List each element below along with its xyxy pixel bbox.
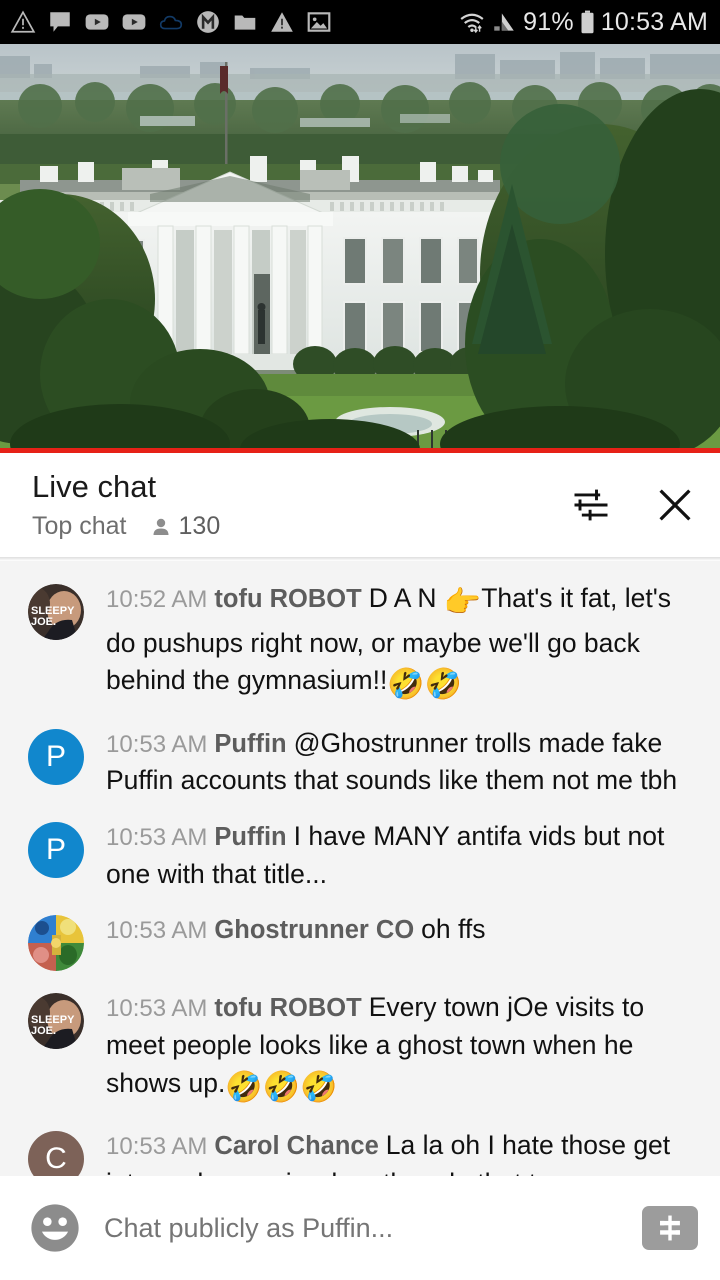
image-icon xyxy=(307,12,331,32)
youtube-live-chat-screen: 91% 10:53 AM Live chat Top chat 130 SLEE… xyxy=(0,0,720,1280)
message-text: D A N xyxy=(368,583,444,613)
status-bar-system-icons: 91% 10:53 AM xyxy=(459,8,708,37)
chat-message[interactable]: SLEEPY JOE. 10:52 AM tofu ROBOT D A N 👉Tha… xyxy=(0,571,720,716)
avatar-photo-collage xyxy=(28,915,84,972)
chat-input[interactable] xyxy=(104,1212,628,1244)
warning-triangle-icon xyxy=(271,12,293,32)
chat-input-bar xyxy=(0,1176,720,1280)
message-author[interactable]: tofu ROBOT xyxy=(214,585,361,613)
viewer-count-group: 130 xyxy=(149,512,221,541)
message-time: 10:53 AM xyxy=(106,917,208,945)
chat-mode-label[interactable]: Top chat xyxy=(32,512,127,541)
live-chat-title: Live chat xyxy=(32,468,157,504)
svg-text:JOE.: JOE. xyxy=(31,616,56,628)
clock-label: 10:53 AM xyxy=(600,7,708,36)
avatar-letter: P xyxy=(45,833,66,867)
status-bar: 91% 10:53 AM xyxy=(0,0,720,44)
battery-icon xyxy=(581,10,594,34)
chat-message-list[interactable]: SLEEPY JOE. 10:52 AM tofu ROBOT D A N 👉Tha… xyxy=(0,561,720,1176)
avatar[interactable]: SLEEPY JOE. xyxy=(28,993,84,1050)
live-chat-header: Live chat Top chat 130 xyxy=(0,453,720,557)
message-body: 10:53 AM Puffin I have MANY antifa vids bu… xyxy=(106,818,694,893)
emoji-pointing-right: 👉 xyxy=(443,586,482,619)
live-chat-subheader: Top chat 130 xyxy=(32,512,568,541)
svg-text:JOE.: JOE. xyxy=(31,1025,56,1037)
avatar[interactable]: C xyxy=(28,1131,84,1176)
avatar[interactable]: P xyxy=(28,822,84,879)
chat-message[interactable]: SLEEPY JOE. 10:53 AM tofu ROBOT Every town… xyxy=(0,980,720,1118)
emoji-rofl: 🤣🤣 xyxy=(387,668,463,702)
message-body: 10:52 AM tofu ROBOT D A N 👉That's it fat, … xyxy=(106,580,694,707)
viewer-count-label: 130 xyxy=(178,512,221,541)
close-x-icon xyxy=(659,489,691,521)
chat-bubble-icon xyxy=(50,12,70,32)
avatar-photo-sleepy-joe: SLEEPY JOE. xyxy=(28,993,84,1050)
dollar-superchat-icon xyxy=(660,1215,680,1241)
message-time: 10:53 AM xyxy=(106,995,208,1023)
message-author[interactable]: Carol Chance xyxy=(214,1132,378,1160)
message-author[interactable]: Puffin xyxy=(214,730,286,758)
live-chat-titles: Live chat Top chat 130 xyxy=(32,469,568,542)
message-time: 10:53 AM xyxy=(106,1133,208,1161)
chat-message[interactable]: 10:53 AM Ghostrunner CO oh ffs xyxy=(0,902,720,980)
superchat-button[interactable] xyxy=(642,1206,698,1250)
chat-message[interactable]: P 10:53 AM Puffin @Ghostrunner trolls made… xyxy=(0,716,720,809)
message-time: 10:53 AM xyxy=(106,730,208,758)
status-bar-notification-icons xyxy=(10,9,459,35)
message-time: 10:53 AM xyxy=(106,824,208,852)
message-text: oh ffs xyxy=(421,914,486,945)
wifi-updown-icon xyxy=(460,13,484,34)
message-body: 10:53 AM Ghostrunner CO oh ffs xyxy=(106,911,694,949)
chat-settings-button[interactable] xyxy=(568,482,614,528)
m-circle-icon xyxy=(197,11,219,33)
message-time: 10:52 AM xyxy=(106,586,208,613)
youtube-play-icon xyxy=(85,14,109,30)
live-chat-actions xyxy=(568,482,698,528)
chat-message[interactable]: P 10:53 AM Puffin I have MANY antifa vids … xyxy=(0,809,720,902)
message-body: 10:53 AM tofu ROBOT Every town jOe visits … xyxy=(106,989,694,1109)
video-player[interactable] xyxy=(0,44,720,452)
close-chat-button[interactable] xyxy=(652,482,698,528)
avatar-letter: C xyxy=(45,1142,67,1176)
avatar[interactable]: SLEEPY JOE. xyxy=(28,584,84,640)
message-author[interactable]: tofu ROBOT xyxy=(214,994,361,1022)
avatar[interactable] xyxy=(28,915,84,972)
signal-bars-icon xyxy=(494,13,514,31)
message-author[interactable]: Ghostrunner CO xyxy=(214,916,414,944)
emoji-rofl: 🤣🤣🤣 xyxy=(225,1070,338,1104)
tune-sliders-icon xyxy=(574,489,608,521)
avatar[interactable]: P xyxy=(28,728,84,785)
cloud-outline-icon xyxy=(159,15,183,30)
avatar-letter: P xyxy=(45,739,66,773)
folder-icon xyxy=(234,15,256,30)
avatar-photo-sleepy-joe: SLEEPY JOE. xyxy=(28,584,84,640)
warning-triangle-icon xyxy=(10,10,36,33)
youtube-play-icon xyxy=(122,14,146,30)
chat-message[interactable]: C 10:53 AM Carol Chance La la oh I hate th… xyxy=(0,1118,720,1176)
battery-percent-label: 91% xyxy=(523,7,574,36)
message-body: 10:53 AM Carol Chance La la oh I hate thos… xyxy=(106,1127,694,1176)
video-frame-white-house xyxy=(0,44,720,452)
emoji-smiley-icon[interactable] xyxy=(28,1201,82,1255)
person-icon xyxy=(153,518,169,535)
message-body: 10:53 AM Puffin @Ghostrunner trolls made f… xyxy=(106,725,694,800)
message-author[interactable]: Puffin xyxy=(214,823,286,851)
